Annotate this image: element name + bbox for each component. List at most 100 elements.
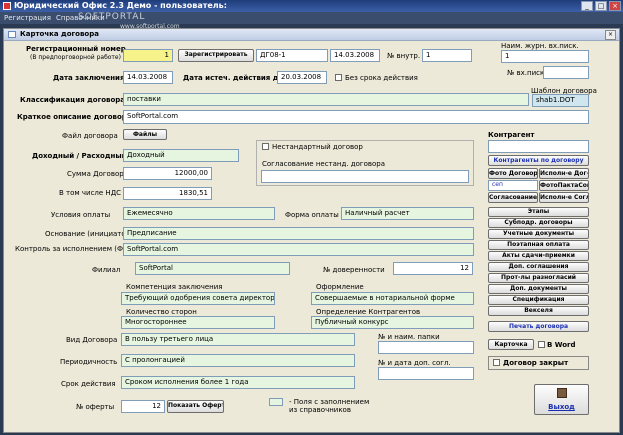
contract-type-field[interactable]: В пользу третьего лица	[121, 333, 355, 346]
income-expense-label: Доходный / Расходный	[32, 152, 127, 160]
card-button[interactable]: Карточка	[488, 339, 534, 350]
reg-code-field[interactable]: ДГ08-1	[256, 49, 328, 62]
reg-date-field[interactable]: 14.03.2008	[330, 49, 380, 62]
print-contract-button[interactable]: Печать договора	[488, 321, 589, 332]
side-button[interactable]: Доп. документы	[488, 284, 589, 294]
counterparty-mini-field[interactable]: сеп	[488, 180, 538, 191]
form-icon	[8, 31, 16, 38]
side-button[interactable]: Этапы	[488, 207, 589, 217]
contract-closed-checkbox[interactable]	[493, 359, 500, 366]
app-icon	[3, 2, 11, 10]
side-button[interactable]: Акты сдачи-приемки	[488, 251, 589, 261]
contract-execution-button[interactable]: Исполн-е Дог-ра	[539, 168, 589, 179]
counterparty-label: Контрагент	[488, 131, 535, 139]
conclusion-date-field[interactable]: 14.03.2008	[123, 71, 173, 84]
parties-label: Количество сторон	[126, 308, 197, 316]
approval-photo-button[interactable]: ФотоПактаСогл	[539, 180, 589, 191]
validity-field[interactable]: Сроком исполнения более 1 года	[121, 376, 355, 389]
offer-field[interactable]: 12	[121, 400, 165, 413]
basis-label: Основание (инициатор)	[45, 230, 133, 238]
expiry-date-field[interactable]: 20.03.2008	[277, 71, 327, 84]
counterparty-field[interactable]	[488, 140, 589, 153]
template-field[interactable]: shab1.DOT	[532, 94, 589, 107]
classification-label: Классификация договора	[20, 96, 126, 104]
contract-closed-label: Договор закрыт	[503, 359, 569, 367]
form-title: Карточка договора	[20, 30, 99, 38]
formalization-field[interactable]: Совершаемые в нотариальной форме	[311, 292, 474, 305]
periodicity-field[interactable]: С пролонгацией	[121, 354, 355, 367]
exit-button[interactable]: Выход	[534, 384, 589, 415]
register-button[interactable]: Зарегистрировать	[178, 49, 254, 62]
counterparty-def-label: Определение Контрагентов	[316, 308, 421, 316]
legend-text-2: из справочников	[289, 406, 351, 414]
folder-label: № и наим. папки	[378, 333, 440, 341]
side-button[interactable]: Спецификация	[488, 295, 589, 305]
folder-field[interactable]	[378, 341, 474, 354]
contract-card-form: Карточка договора × Регистрационный номе…	[3, 28, 620, 433]
nonstandard-label: Нестандартный договор	[272, 143, 363, 151]
branch-field[interactable]: SoftPortal	[135, 262, 290, 275]
incoming-journal-field[interactable]: 1	[501, 50, 589, 63]
periodicity-label: Периодичность	[60, 358, 118, 366]
side-button[interactable]: Доп. соглашения	[488, 262, 589, 272]
income-expense-field[interactable]: Доходный	[123, 149, 239, 162]
window-title: Юридический Офис 2.3 Демо - пользователь…	[14, 1, 227, 10]
word-checkbox[interactable]	[538, 341, 545, 348]
sum-field[interactable]: 12000,00	[123, 167, 212, 180]
title-bar: Юридический Офис 2.3 Демо - пользователь…	[0, 0, 623, 12]
incoming-journal-label: Наим. журн. вх.писк.	[501, 42, 579, 50]
contract-file-label: Файл договора	[62, 132, 118, 140]
approval-execution-button[interactable]: Исполн-е Согл-я	[539, 192, 589, 203]
dictionary-legend-swatch	[269, 398, 283, 406]
payment-form-field[interactable]: Наличный расчет	[341, 207, 474, 220]
approval-field[interactable]	[261, 170, 469, 183]
parties-field[interactable]: Многостороннее	[121, 316, 275, 329]
approval-label: Согласование нестанд. договора	[262, 160, 386, 168]
menu-item-registration[interactable]: Регистрация	[4, 14, 51, 22]
basis-field[interactable]: Предписание	[123, 227, 474, 240]
side-button[interactable]: Поэтапная оплата	[488, 240, 589, 250]
internal-number-label: № внутр.	[387, 52, 421, 60]
addendum-label: № и дата доп. согл.	[378, 359, 451, 367]
description-label: Краткое описание договора	[17, 113, 132, 121]
side-button[interactable]: Учетные документы	[488, 229, 589, 239]
poa-field[interactable]: 12	[393, 262, 473, 275]
branch-label: Филиал	[92, 266, 121, 274]
reg-number-field[interactable]: 1	[123, 49, 173, 62]
classification-field[interactable]: поставки	[123, 93, 529, 106]
vat-field[interactable]: 1830,51	[123, 187, 212, 200]
form-close-icon[interactable]: ×	[605, 30, 616, 40]
control-field[interactable]: SoftPortal.com	[123, 243, 474, 256]
no-term-label: Без срока действия	[345, 74, 418, 82]
formalization-label: Оформление	[316, 283, 364, 291]
reg-number-label: Регистрационный номер	[26, 45, 126, 53]
contract-type-label: Вид Договора	[66, 336, 118, 344]
conclusion-date-label: Дата заключения	[53, 74, 125, 82]
side-button[interactable]: Векселя	[488, 306, 589, 316]
word-label: В Word	[547, 341, 576, 349]
show-offer-button[interactable]: Показать Оферту	[167, 400, 224, 413]
files-button[interactable]: Файлы	[123, 129, 167, 140]
competence-field[interactable]: Требующий одобрения совета директоров	[121, 292, 275, 305]
exit-door-icon	[557, 388, 567, 398]
nonstandard-checkbox[interactable]	[262, 143, 269, 150]
side-button[interactable]: Субподр. договоры	[488, 218, 589, 228]
internal-number-field[interactable]: 1	[422, 49, 472, 62]
close-icon[interactable]: ×	[609, 1, 621, 11]
incoming-number-label: № вх.писк.	[507, 69, 547, 77]
counterparty-def-field[interactable]: Публичный конкурс	[311, 316, 474, 329]
vat-label: В том числе НДС	[59, 189, 122, 197]
reg-number-sublabel: (В предпорговорной работе)	[30, 54, 121, 61]
incoming-number-field[interactable]	[543, 66, 589, 79]
contract-photo-button[interactable]: Фото Договора	[488, 168, 538, 179]
description-field[interactable]: SoftPortal.com	[123, 110, 589, 124]
addendum-field[interactable]	[378, 367, 474, 380]
side-button[interactable]: Прот-лы разногласий	[488, 273, 589, 283]
no-term-checkbox[interactable]	[335, 74, 342, 81]
maximize-icon[interactable]: □	[595, 1, 607, 11]
minimize-icon[interactable]: _	[581, 1, 593, 11]
exit-label: Выход	[548, 403, 575, 411]
contract-counterparties-button[interactable]: Контрагенты по договору	[488, 155, 589, 166]
payment-terms-field[interactable]: Ежемесячно	[123, 207, 275, 220]
approval-button[interactable]: Согласование	[488, 192, 538, 203]
